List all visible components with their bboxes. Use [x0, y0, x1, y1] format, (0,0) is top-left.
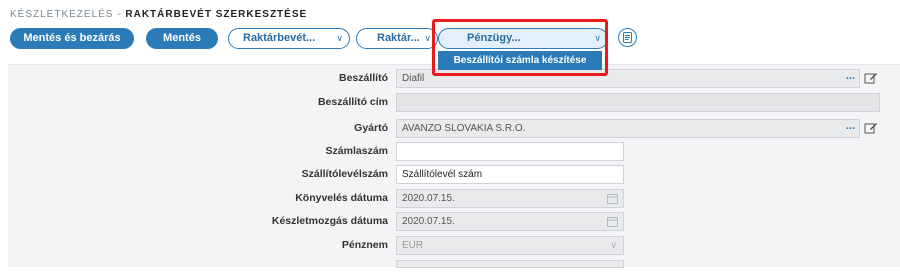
- row-currency: Pénznem EUR ∨: [8, 236, 900, 255]
- supplier-lookup-button[interactable]: ...: [846, 70, 855, 85]
- row-stock-movement-date: Készletmozgás dátuma 2020.07.15.: [8, 212, 900, 231]
- export-button[interactable]: [618, 28, 637, 47]
- supplier-label: Beszállító: [338, 72, 388, 84]
- manufacturer-field[interactable]: AVANZO SLOVAKIA S.R.O. ...: [396, 119, 860, 138]
- finance-label: Pénzügy...: [467, 32, 521, 44]
- posting-date-value: 2020.07.15.: [402, 193, 455, 204]
- posting-date-input[interactable]: 2020.07.15.: [396, 189, 624, 208]
- supplier-value: Diafil: [402, 73, 425, 84]
- posting-date-label: Könyvelés dátuma: [295, 192, 388, 204]
- row-manufacturer: Gyártó AVANZO SLOVAKIA S.R.O. ...: [8, 119, 900, 138]
- warehouse-dropdown[interactable]: Raktár... ∨: [356, 28, 438, 49]
- save-button[interactable]: Mentés: [146, 28, 218, 49]
- invoice-number-input[interactable]: [396, 142, 624, 161]
- stock-receipt-label: Raktárbevét...: [243, 32, 316, 44]
- manufacturer-lookup-button[interactable]: ...: [846, 120, 855, 135]
- row-posting-date: Könyvelés dátuma 2020.07.15.: [8, 189, 900, 208]
- page-title: RAKTÁRBEVÉT SZERKESZTÉSE: [125, 9, 308, 20]
- edit-icon[interactable]: [864, 121, 878, 135]
- currency-select[interactable]: EUR ∨: [396, 236, 624, 255]
- calendar-icon[interactable]: [607, 216, 618, 227]
- row-delivery-note: Szállítólevélszám Szállítólevél szám: [8, 165, 900, 184]
- invoice-number-label: Számlaszám: [325, 145, 388, 157]
- supplier-address-field[interactable]: [396, 93, 880, 112]
- stock-movement-date-value: 2020.07.15.: [402, 216, 455, 227]
- row-cut-off: [8, 260, 900, 279]
- supplier-address-label: Beszállító cím: [317, 96, 388, 108]
- supplier-field[interactable]: Diafil ...: [396, 69, 860, 88]
- document-export-icon: [623, 32, 632, 43]
- warehouse-label: Raktár...: [377, 32, 420, 44]
- chevron-down-icon: ∨: [610, 240, 617, 250]
- manufacturer-label: Gyártó: [354, 122, 388, 134]
- row-invoice-number: Számlaszám: [8, 142, 900, 161]
- currency-value: EUR: [402, 240, 424, 251]
- breadcrumb: KÉSZLETKEZELÉS - RAKTÁRBEVÉT SZERKESZTÉS…: [10, 9, 307, 20]
- finance-dropdown[interactable]: Pénzügy... ∨: [438, 28, 608, 49]
- chevron-down-icon: ∨: [336, 33, 343, 43]
- chevron-down-icon: ∨: [594, 33, 601, 43]
- stock-receipt-dropdown[interactable]: Raktárbevét... ∨: [228, 28, 350, 49]
- row-supplier: Beszállító Diafil ...: [8, 69, 900, 88]
- row-supplier-address: Beszállító cím: [8, 93, 900, 112]
- form-panel: Beszállító Diafil ... Beszállító cím Gyá…: [8, 64, 900, 268]
- breadcrumb-section: KÉSZLETKEZELÉS -: [10, 9, 122, 20]
- chevron-down-icon: ∨: [424, 33, 431, 43]
- calendar-icon[interactable]: [607, 193, 618, 204]
- cut-off-field[interactable]: [396, 260, 624, 268]
- edit-icon[interactable]: [864, 71, 878, 85]
- stock-movement-date-input[interactable]: 2020.07.15.: [396, 212, 624, 231]
- delivery-note-label: Szállítólevélszám: [301, 168, 388, 180]
- manufacturer-value: AVANZO SLOVAKIA S.R.O.: [402, 123, 526, 134]
- stock-movement-date-label: Készletmozgás dátuma: [271, 215, 388, 227]
- currency-label: Pénznem: [341, 239, 388, 251]
- delivery-note-input[interactable]: Szállítólevél szám: [396, 165, 624, 184]
- save-and-close-button[interactable]: Mentés és bezárás: [10, 28, 134, 49]
- finance-menu-item-create-supplier-invoice[interactable]: Beszállítói számla készítése: [438, 51, 602, 70]
